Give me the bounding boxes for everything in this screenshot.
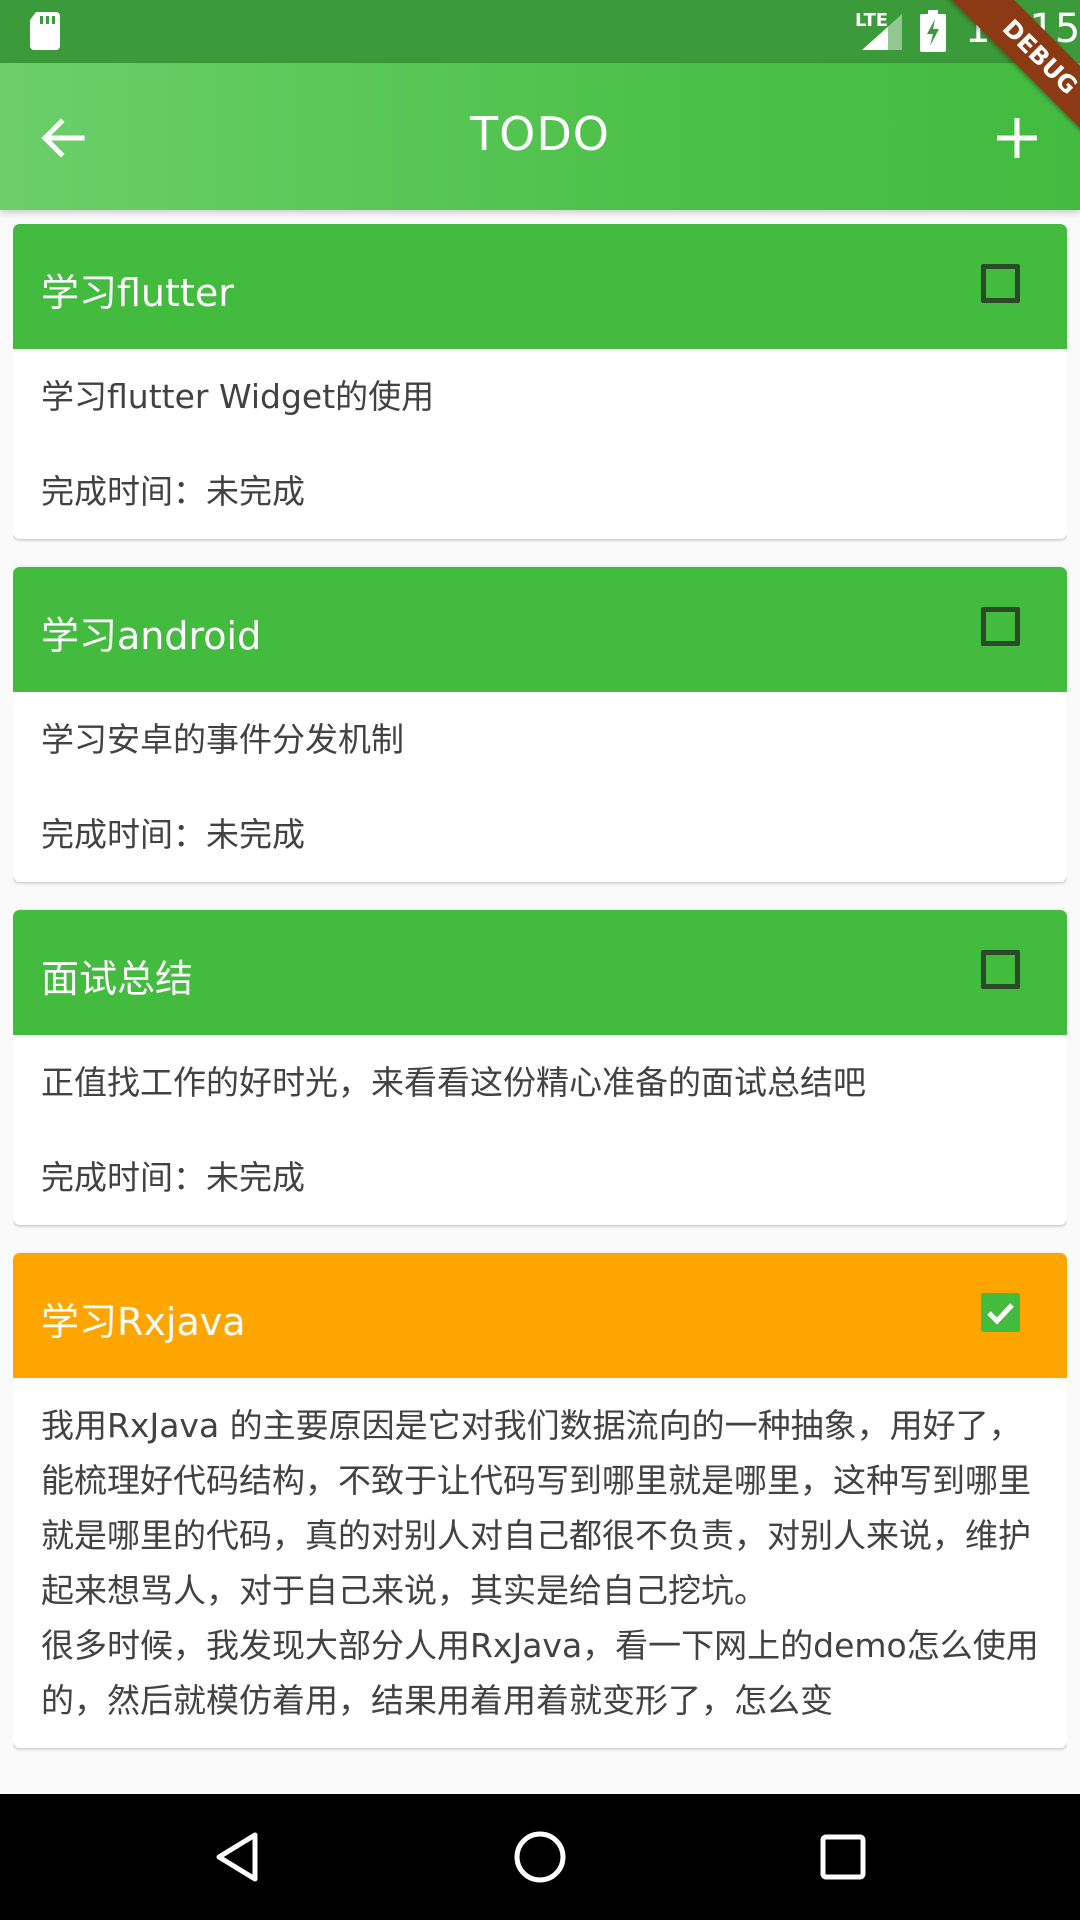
todo-card-body: 正值找工作的好时光，来看看这份精心准备的面试总结吧 完成时间：未完成 <box>13 1035 1067 1225</box>
todo-card: 学习android 学习安卓的事件分发机制 完成时间：未完成 <box>13 567 1067 882</box>
todo-description: 学习flutter Widget的使用 <box>41 377 435 416</box>
todo-card: 面试总结 正值找工作的好时光，来看看这份精心准备的面试总结吧 完成时间：未完成 <box>13 910 1067 1225</box>
status-bar: LTE 12:15 <box>0 0 1080 63</box>
todo-card-body: 学习flutter Widget的使用 完成时间：未完成 <box>13 349 1067 539</box>
todo-card-header: 学习flutter <box>13 224 1067 349</box>
todo-completion-time: 完成时间：未完成 <box>41 1158 305 1197</box>
todo-checkbox[interactable] <box>981 950 1020 989</box>
triangle-back-icon[interactable] <box>207 1827 267 1887</box>
plus-icon[interactable] <box>992 113 1042 163</box>
todo-card-header: 学习Rxjava <box>13 1253 1067 1378</box>
todo-card-body: 学习安卓的事件分发机制 完成时间：未完成 <box>13 692 1067 882</box>
todo-title: 学习android <box>41 614 262 658</box>
sd-card-icon <box>30 12 60 50</box>
todo-description: 我用RxJava 的主要原因是它对我们数据流向的一种抽象，用好了，能梳理好代码结… <box>41 1406 1039 1720</box>
square-recents-icon[interactable] <box>813 1827 873 1887</box>
circle-home-icon[interactable] <box>510 1827 570 1887</box>
todo-description: 学习安卓的事件分发机制 <box>41 720 404 759</box>
todo-completion-time: 完成时间：未完成 <box>41 472 305 511</box>
todo-card-header: 学习android <box>13 567 1067 692</box>
todo-completion-time: 完成时间：未完成 <box>41 815 305 854</box>
signal-icon <box>862 14 902 50</box>
todo-title: 面试总结 <box>41 957 194 1001</box>
page-title: TODO <box>470 107 610 161</box>
clock-time: 12:15 <box>965 6 1080 52</box>
todo-card: 学习flutter 学习flutter Widget的使用 完成时间：未完成 <box>13 224 1067 539</box>
app-bar: TODO <box>0 63 1080 210</box>
todo-description: 正值找工作的好时光，来看看这份精心准备的面试总结吧 <box>41 1063 866 1102</box>
battery-charging-icon <box>920 10 946 52</box>
todo-list: 学习flutter 学习flutter Widget的使用 完成时间：未完成 学… <box>13 224 1067 1794</box>
todo-card: 学习Rxjava 我用RxJava 的主要原因是它对我们数据流向的一种抽象，用好… <box>13 1253 1067 1748</box>
todo-checkbox[interactable] <box>981 607 1020 646</box>
todo-checkbox[interactable] <box>981 264 1020 303</box>
todo-title: 学习flutter <box>41 271 234 315</box>
system-nav-bar <box>0 1794 1080 1920</box>
todo-checkbox-checked[interactable] <box>981 1293 1020 1332</box>
check-icon <box>987 1303 1014 1325</box>
todo-title: 学习Rxjava <box>41 1300 246 1344</box>
todo-card-body: 我用RxJava 的主要原因是它对我们数据流向的一种抽象，用好了，能梳理好代码结… <box>13 1378 1067 1748</box>
todo-card-header: 面试总结 <box>13 910 1067 1035</box>
